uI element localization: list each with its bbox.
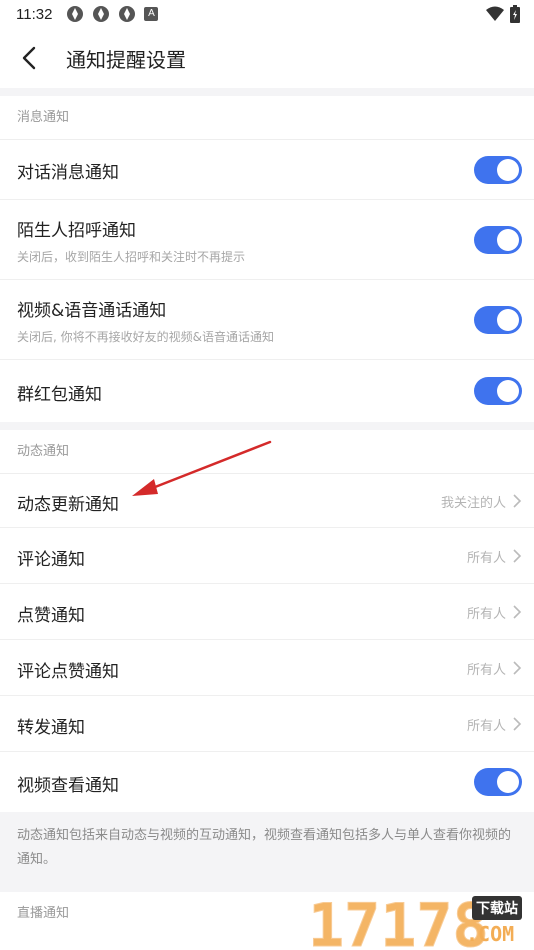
watermark-logo: 17178 下载站 .COM 17178 (306, 884, 534, 950)
video-view-toggle[interactable] (474, 768, 522, 796)
svg-text:17178: 17178 (308, 891, 489, 950)
chat-message-toggle[interactable] (474, 156, 522, 184)
watermark-domain: .COM (466, 922, 515, 946)
toggle-knob (497, 771, 519, 793)
setting-title: 群红包通知 (17, 385, 102, 405)
setting-value: 所有人 (466, 663, 506, 678)
watermark-badge: 下载站 (472, 896, 522, 920)
setting-row-dynamic-update[interactable]: 动态更新通知 我关注的人 (0, 474, 534, 528)
setting-row-comment-like[interactable]: 评论点赞通知 所有人 (0, 640, 534, 696)
setting-title: 视频&语音通话通知 (17, 301, 167, 321)
status-notification-icons: A (66, 5, 159, 23)
setting-row-comment[interactable]: 评论通知 所有人 (0, 528, 534, 584)
setting-title: 点赞通知 (17, 606, 85, 626)
setting-row-stranger-greeting: 陌生人招呼通知 关闭后，收到陌生人招呼和关注时不再提示 (0, 200, 534, 280)
chevron-right-icon (513, 717, 522, 731)
chevron-right-icon (513, 605, 522, 619)
app-notification-icon (119, 6, 136, 22)
stranger-greeting-toggle[interactable] (474, 226, 522, 254)
setting-value: 我关注的人 (440, 496, 506, 511)
chevron-right-icon (513, 549, 522, 563)
setting-value: 所有人 (466, 551, 506, 566)
section-label-message: 消息通知 (0, 96, 534, 140)
setting-title: 评论通知 (17, 550, 85, 570)
setting-row-chat-message: 对话消息通知 (0, 140, 534, 200)
app-badge-icon: A (144, 7, 159, 21)
section-label-dynamic: 动态通知 (0, 430, 534, 474)
setting-value: 所有人 (466, 719, 506, 734)
app-notification-icon (93, 6, 110, 22)
section-divider (0, 88, 534, 96)
header: 通知提醒设置 (0, 28, 534, 88)
setting-row-like[interactable]: 点赞通知 所有人 (0, 584, 534, 640)
setting-row-group-red-packet: 群红包通知 (0, 360, 534, 422)
setting-row-repost[interactable]: 转发通知 所有人 (0, 696, 534, 752)
setting-subtitle: 关闭后, 你将不再接收好友的视频&语音通话通知 (17, 330, 274, 344)
setting-row-video-view: 视频查看通知 (0, 752, 534, 812)
chevron-right-icon (513, 661, 522, 675)
battery-icon (510, 5, 520, 23)
setting-title: 转发通知 (17, 718, 85, 738)
group-red-packet-toggle[interactable] (474, 377, 522, 405)
setting-title: 陌生人招呼通知 (17, 221, 136, 241)
setting-subtitle: 关闭后，收到陌生人招呼和关注时不再提示 (17, 250, 246, 264)
video-voice-call-toggle[interactable] (474, 306, 522, 334)
chevron-right-icon (513, 494, 522, 508)
wifi-icon (486, 6, 504, 21)
setting-title: 对话消息通知 (17, 163, 119, 183)
status-right (486, 5, 520, 23)
toggle-knob (497, 380, 519, 402)
setting-title: 动态更新通知 (17, 495, 119, 515)
status-time: 11:32 (16, 5, 53, 23)
setting-title: 评论点赞通知 (17, 662, 119, 682)
toggle-knob (497, 309, 519, 331)
setting-value: 所有人 (466, 607, 506, 622)
setting-row-video-voice-call: 视频&语音通话通知 关闭后, 你将不再接收好友的视频&语音通话通知 (0, 280, 534, 360)
toggle-knob (497, 229, 519, 251)
toggle-knob (497, 159, 519, 181)
page-title: 通知提醒设置 (66, 48, 186, 72)
app-notification-icon (67, 6, 84, 22)
back-arrow-icon[interactable] (20, 46, 40, 70)
status-bar: 11:32 A (0, 0, 534, 28)
setting-title: 视频查看通知 (17, 776, 119, 796)
dynamic-note: 动态通知包括来自动态与视频的互动通知，视频查看通知包括多人与单人查看你视频的通知… (0, 812, 534, 892)
section-divider (0, 422, 534, 430)
